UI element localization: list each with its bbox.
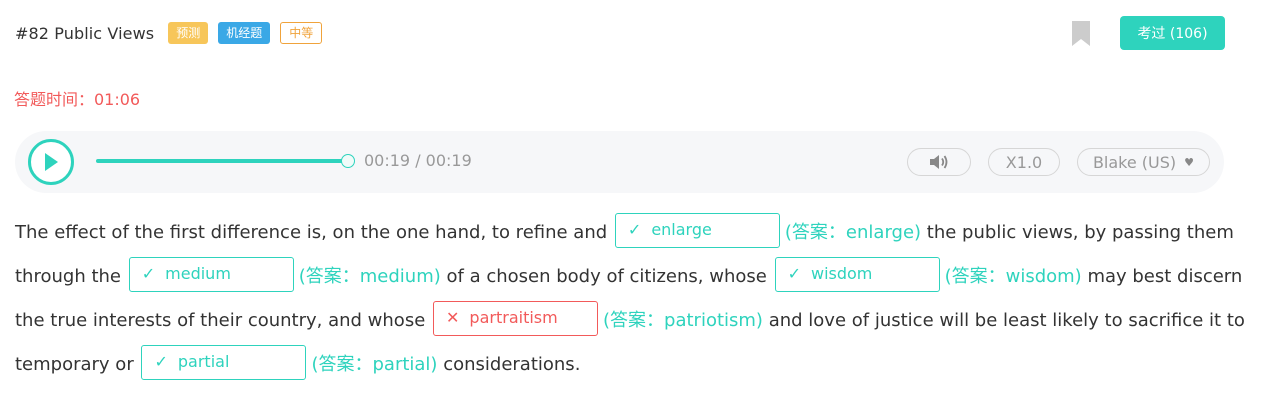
blank-value: medium (165, 264, 231, 283)
check-icon: ✓ (627, 220, 642, 239)
blank-value: wisdom (810, 264, 873, 283)
blank-value: enlarge (651, 220, 712, 239)
blank-input-2[interactable]: ✓ medium (128, 256, 294, 292)
answer-label: (答案：enlarge) (784, 222, 922, 243)
play-icon (45, 153, 58, 171)
audio-player: 00:19 / 00:19 X1.0 Blake (US) ♥ (15, 131, 1224, 193)
question-header: #82 Public Views 预测 机经题 中等 (15, 18, 332, 48)
passage-text: considerations. (443, 354, 581, 375)
playback-time: 00:19 / 00:19 (364, 151, 472, 170)
passage-text: The effect of the first difference is, o… (15, 222, 608, 243)
check-icon: ✓ (787, 264, 801, 283)
question-title: #82 Public Views (15, 23, 155, 43)
passage: The effect of the first difference is, o… (15, 211, 1245, 387)
check-icon: ✓ (154, 352, 168, 371)
blank-input-1[interactable]: ✓ enlarge (614, 212, 780, 248)
blank-value: partial (177, 352, 230, 371)
blank-input-5[interactable]: ✓ partial (141, 344, 307, 380)
blank-value: partraitism (469, 308, 558, 327)
cross-icon: ✕ (446, 308, 460, 327)
speaker-icon (930, 155, 948, 169)
blank-input-3[interactable]: ✓ wisdom (774, 256, 940, 292)
voice-label: Blake (US) (1092, 152, 1177, 172)
answer-label: (答案：wisdom) (944, 266, 1082, 287)
tag-difficulty: 中等 (280, 22, 323, 44)
bookmark-icon[interactable] (1071, 20, 1091, 47)
tag-forecast: 预测 (168, 22, 209, 44)
progress-bar[interactable] (96, 159, 348, 163)
answer-label: (答案：partial) (311, 354, 438, 375)
caret-down-icon: ♥ (1184, 155, 1195, 169)
answer-label: (答案：patriotism) (603, 310, 763, 331)
volume-button[interactable] (907, 148, 971, 176)
progress-handle[interactable] (341, 154, 355, 168)
answer-label: (答案：medium) (298, 266, 441, 287)
speed-button[interactable]: X1.0 (988, 148, 1060, 176)
play-button[interactable] (28, 139, 74, 185)
exam-count-button[interactable]: 考过 (106) (1120, 16, 1225, 50)
check-icon: ✓ (141, 264, 156, 283)
passage-text: of a chosen body of citizens, whose (446, 266, 767, 287)
blank-input-4[interactable]: ✕ partraitism (433, 300, 599, 336)
tag-machine-question: 机经题 (218, 22, 271, 44)
answer-timer: 答题时间：01:06 (14, 90, 141, 109)
voice-select[interactable]: Blake (US) ♥ (1077, 148, 1210, 176)
